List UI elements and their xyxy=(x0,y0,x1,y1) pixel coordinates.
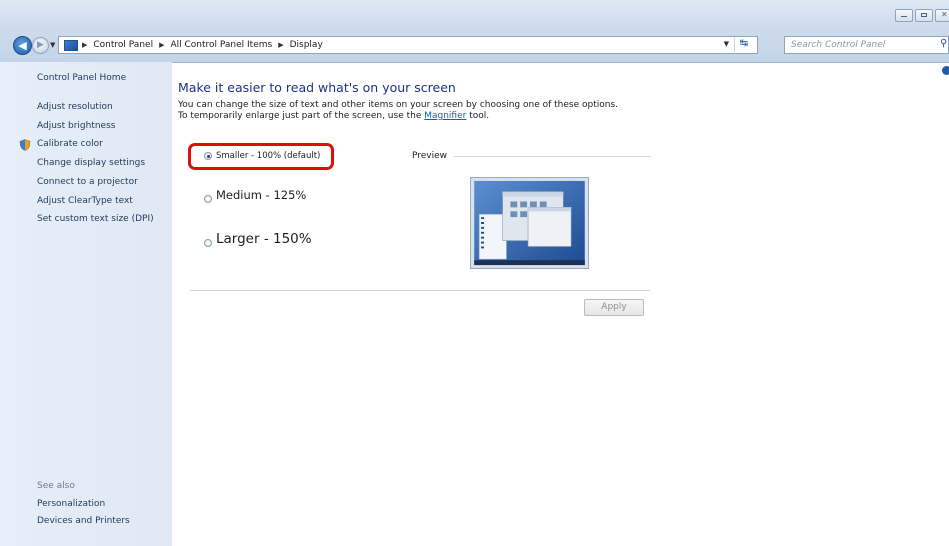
sidebar-item-calibrate-color[interactable]: Calibrate color xyxy=(37,139,103,149)
chevron-right-icon[interactable]: ▶ xyxy=(155,41,168,49)
sidebar xyxy=(0,62,172,546)
sidebar-item-custom-text-size[interactable]: Set custom text size (DPI) xyxy=(37,214,154,224)
display-preview-image xyxy=(470,177,589,269)
sidebar-item-control-panel-home[interactable]: Control Panel Home xyxy=(37,73,126,83)
recent-pages-dropdown-icon[interactable]: ▼ xyxy=(50,41,55,49)
description-text: You can change the size of text and othe… xyxy=(178,100,618,121)
radio-smaller[interactable] xyxy=(204,152,212,160)
apply-button[interactable]: Apply xyxy=(584,299,644,316)
chevron-right-icon[interactable]: ▶ xyxy=(274,41,287,49)
option-larger-label[interactable]: Larger - 150% xyxy=(216,231,312,247)
breadcrumb-control-panel[interactable]: Control Panel xyxy=(91,40,155,50)
address-dropdown-icon[interactable]: ▼ xyxy=(724,40,729,48)
sidebar-item-adjust-cleartype[interactable]: Adjust ClearType text xyxy=(37,196,133,206)
sidebar-item-devices-printers[interactable]: Devices and Printers xyxy=(37,516,130,526)
option-medium-label[interactable]: Medium - 125% xyxy=(216,188,306,202)
description-text-end: tool. xyxy=(466,111,490,121)
address-bar[interactable]: ▶ Control Panel ▶ All Control Panel Item… xyxy=(58,36,758,54)
window-controls: ✕ xyxy=(895,9,949,22)
title-bar: ✕ xyxy=(0,0,949,28)
sidebar-item-adjust-resolution[interactable]: Adjust resolution xyxy=(37,102,113,112)
page-title: Make it easier to read what's on your sc… xyxy=(178,80,456,95)
maximize-button[interactable] xyxy=(915,9,933,22)
preview-divider xyxy=(454,156,651,157)
search-icon[interactable]: ⚲ xyxy=(940,38,947,49)
search-input[interactable]: Search Control Panel xyxy=(784,36,949,54)
preview-label: Preview xyxy=(412,151,448,161)
control-panel-window: ✕ ◀ ▶ ▼ ▶ Control Panel ▶ All Control Pa… xyxy=(0,0,949,546)
radio-larger[interactable] xyxy=(204,239,212,247)
sidebar-item-connect-projector[interactable]: Connect to a projector xyxy=(37,177,138,187)
chevron-right-icon[interactable]: ▶ xyxy=(78,41,91,49)
breadcrumb-all-items[interactable]: All Control Panel Items xyxy=(168,40,274,50)
see-also-label: See also xyxy=(37,481,75,491)
main-content xyxy=(172,62,949,546)
control-panel-icon xyxy=(64,39,78,51)
refresh-icon[interactable]: ↹ xyxy=(734,38,753,52)
option-smaller-label[interactable]: Smaller - 100% (default) xyxy=(216,151,320,161)
help-icon[interactable] xyxy=(942,66,949,75)
forward-arrow-icon[interactable]: ▶ xyxy=(32,37,49,54)
content-divider xyxy=(190,290,650,291)
close-button[interactable]: ✕ xyxy=(935,9,949,22)
back-arrow-icon[interactable]: ◀ xyxy=(13,36,32,55)
shield-icon xyxy=(19,139,31,151)
page-description: You can change the size of text and othe… xyxy=(178,100,628,122)
minimize-button[interactable] xyxy=(895,9,913,22)
sidebar-item-adjust-brightness[interactable]: Adjust brightness xyxy=(37,121,115,131)
breadcrumb-display[interactable]: Display xyxy=(288,40,325,50)
radio-medium[interactable] xyxy=(204,195,212,203)
magnifier-link[interactable]: Magnifier xyxy=(424,111,466,121)
sidebar-item-change-display-settings[interactable]: Change display settings xyxy=(37,158,145,168)
sidebar-item-personalization[interactable]: Personalization xyxy=(37,499,105,509)
